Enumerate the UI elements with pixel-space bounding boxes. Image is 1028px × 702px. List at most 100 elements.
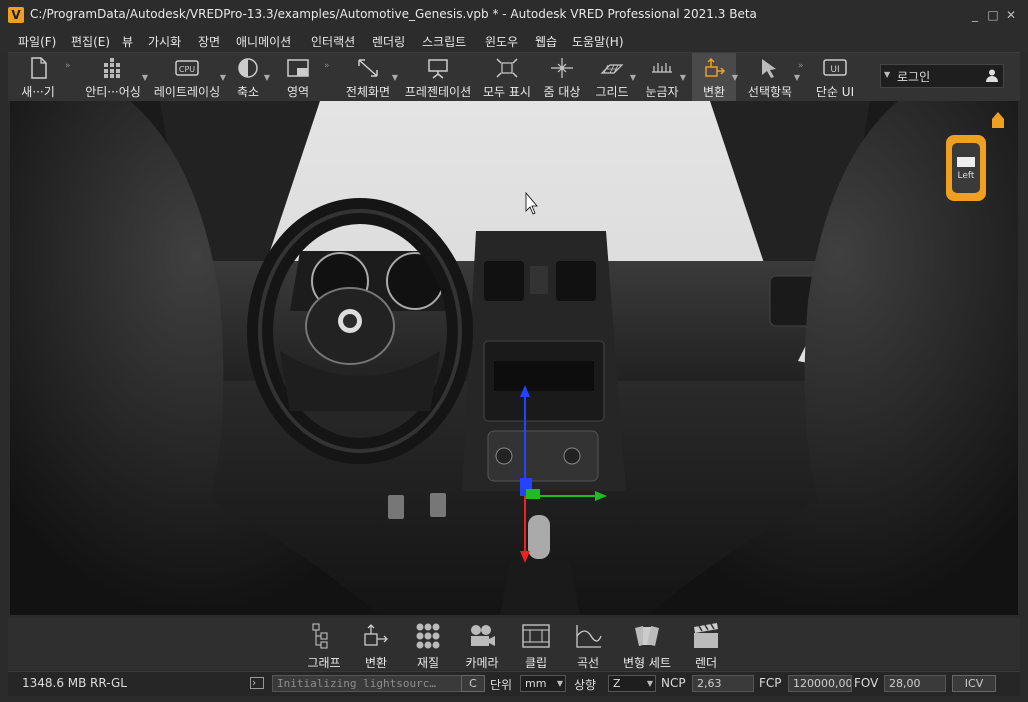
menu-window[interactable]: 윈도우	[485, 33, 518, 50]
grid-button[interactable]: ▼ 그리드	[590, 53, 636, 101]
fullscreen-label: 전체화면	[345, 85, 391, 99]
dropdown-caret-icon[interactable]: ▼	[794, 73, 800, 82]
simple-ui-button[interactable]: UI 단순 UI	[810, 53, 860, 101]
material-button[interactable]: 재질	[406, 620, 450, 670]
cpu-icon: CPU	[175, 60, 199, 76]
3d-viewport[interactable]: Left	[10, 101, 1018, 615]
menu-bar: 파일(F) 편집(E) 뷰 가시화 장면 애니메이션 인터랙션 렌더링 스크립트…	[0, 30, 1028, 52]
ncp-input[interactable]: 2,63	[692, 675, 754, 692]
menu-web[interactable]: 웹습	[535, 33, 557, 50]
menu-edit[interactable]: 편집(E)	[71, 33, 110, 50]
transform-move-icon	[705, 57, 726, 77]
variant-set-label: 변형 세트	[623, 656, 671, 670]
antialiasing-label: 안티···어싱	[85, 85, 141, 99]
dropdown-caret-icon[interactable]: ▼	[392, 73, 398, 82]
variant-set-button[interactable]: 변형 세트	[618, 620, 676, 670]
presentation-button[interactable]: 프레젠테이션	[400, 53, 476, 101]
transform-module-button[interactable]: 변환	[354, 620, 398, 670]
dropdown-caret-icon: ▼	[646, 679, 653, 688]
select-items-button[interactable]: ▼ 선택항목	[742, 53, 800, 101]
clip-button[interactable]: 클립	[514, 620, 558, 670]
up-axis-select[interactable]: Z ▼	[608, 675, 656, 692]
close-button[interactable]: ✕	[1004, 9, 1018, 21]
scene-graph-icon	[312, 623, 328, 649]
region-label: 영역	[286, 85, 310, 99]
dropdown-caret-icon[interactable]: ▼	[630, 73, 636, 82]
dropdown-caret-icon[interactable]: ▼	[680, 73, 686, 82]
new-button[interactable]: 새···기	[14, 53, 62, 101]
fov-input[interactable]: 28,00	[884, 675, 946, 692]
transform-module-label: 변환	[364, 656, 388, 670]
new-label: 새···기	[21, 85, 55, 99]
menu-rendering[interactable]: 렌더링	[372, 33, 405, 50]
dropdown-caret-icon[interactable]: ▼	[264, 73, 270, 82]
memory-usage: 1348.6 MB	[22, 676, 87, 690]
show-all-label: 모두 표시	[483, 85, 531, 99]
fcp-input[interactable]: 120000,00	[788, 675, 852, 692]
script-console-input[interactable]: Initializing lightsourc…	[272, 675, 462, 692]
menu-animation[interactable]: 애니메이션	[236, 33, 291, 50]
fit-all-icon	[496, 58, 518, 78]
fov-label: FOV	[854, 676, 879, 690]
ncp-label: NCP	[661, 676, 686, 690]
pixel-grid-icon	[104, 58, 120, 78]
show-all-button[interactable]: 모두 표시	[480, 53, 534, 101]
half-circle-icon	[238, 58, 258, 78]
module-toolbar: 그래프 변환 재질 카메라 클립 곡선 변형 세트 렌더	[8, 618, 1020, 670]
dropdown-caret-icon[interactable]: ▼	[220, 73, 226, 82]
menu-file[interactable]: 파일(F)	[18, 33, 56, 50]
login-dropdown[interactable]: ▼ 로그인	[880, 64, 1004, 88]
graph-button[interactable]: 그래프	[302, 620, 346, 670]
dropdown-caret-icon: ▼	[556, 679, 563, 688]
camera-icon	[471, 625, 495, 646]
up-axis-label: 상향	[574, 678, 597, 692]
terminal-icon[interactable]	[250, 677, 264, 689]
ruler-button[interactable]: ▼ 눈금자	[640, 53, 686, 101]
menu-interaction[interactable]: 인터랙션	[311, 33, 355, 50]
menu-script[interactable]: 스크립트	[422, 33, 466, 50]
unit-select[interactable]: mm ▼	[520, 675, 566, 692]
zoom-target-label: 줌 대상	[543, 85, 581, 99]
toolbar-separator: »	[65, 61, 71, 71]
region-button[interactable]: 영역	[276, 53, 320, 101]
curve-label: 곡선	[576, 656, 600, 670]
fullscreen-button[interactable]: ▼ 전체화면	[340, 53, 398, 101]
ruler-icon	[652, 63, 672, 73]
grid-plane-icon	[600, 64, 624, 74]
c-button[interactable]: C	[461, 675, 485, 692]
camera-button[interactable]: 카메라	[458, 620, 506, 670]
vred-logo-icon: V	[8, 7, 24, 23]
transform-button[interactable]: ▼ 변환	[692, 53, 738, 101]
material-label: 재질	[416, 656, 440, 670]
menu-view[interactable]: 뷰	[122, 33, 133, 50]
user-icon	[986, 69, 998, 82]
maximize-button[interactable]: □	[986, 9, 1000, 21]
dropdown-caret-icon[interactable]: ▼	[732, 73, 738, 82]
simple-ui-label: 단순 UI	[815, 85, 855, 99]
select-cursor-icon	[762, 59, 776, 78]
menu-scene[interactable]: 장면	[198, 33, 220, 50]
dropdown-caret-icon: ▼	[884, 70, 891, 79]
axis-button[interactable]: ▼ 축소	[228, 53, 270, 101]
document-icon	[31, 57, 47, 79]
minimize-button[interactable]: _	[968, 9, 982, 21]
curve-button[interactable]: 곡선	[566, 620, 610, 670]
graph-label: 그래프	[307, 656, 341, 670]
region-icon	[287, 59, 309, 77]
menu-help[interactable]: 도움말(H)	[572, 33, 624, 50]
render-button[interactable]: 렌더	[684, 620, 728, 670]
crosshair-icon	[551, 58, 573, 78]
curve-icon	[576, 625, 602, 648]
antialiasing-button[interactable]: ▼ 안티···어싱	[80, 53, 148, 101]
raytracing-button[interactable]: CPU ▼ 레이트레이싱	[150, 53, 226, 101]
toolbar-separator: »	[798, 61, 804, 71]
zoom-target-button[interactable]: 줌 대상	[538, 53, 586, 101]
view-cube[interactable]: Left	[946, 135, 986, 201]
menu-visualization[interactable]: 가시화	[148, 33, 181, 50]
unit-label: 단위	[490, 678, 513, 692]
renderer-mode: RR-GL	[90, 676, 127, 690]
main-toolbar: 새···기 » ▼ 안티···어싱 CPU ▼ 레이트레이싱 ▼ 축소 영역 »…	[8, 52, 1020, 101]
dropdown-caret-icon[interactable]: ▼	[142, 73, 148, 82]
transform-label: 변환	[702, 85, 726, 99]
icv-button[interactable]: ICV	[952, 675, 996, 692]
